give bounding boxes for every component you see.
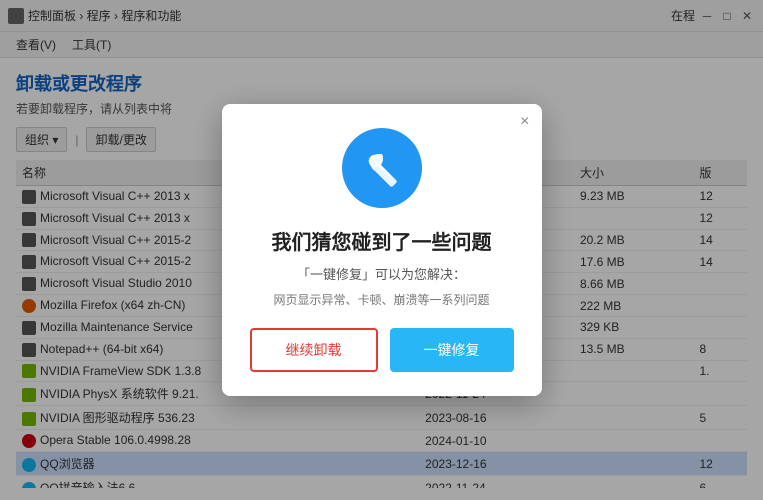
wrench-icon: [360, 146, 404, 190]
one-click-repair-button[interactable]: 一键修复: [390, 328, 514, 372]
overlay: × 我们猜您碰到了一些问题 「一键修复」可以为您解决： 网页显示异常、卡顿、崩溃…: [0, 0, 763, 500]
dialog-desc-line2: 网页显示异常、卡顿、崩溃等一系列问题: [273, 291, 489, 308]
dialog-title: 我们猜您碰到了一些问题: [272, 226, 492, 255]
tool-icon-circle: [342, 128, 422, 208]
repair-dialog: × 我们猜您碰到了一些问题 「一键修复」可以为您解决： 网页显示异常、卡顿、崩溃…: [222, 104, 542, 397]
dialog-close-button[interactable]: ×: [520, 114, 529, 130]
dialog-desc-line1: 「一键修复」可以为您解决：: [297, 265, 466, 286]
continue-uninstall-button[interactable]: 继续卸载: [250, 328, 378, 372]
dialog-buttons: 继续卸载 一键修复: [250, 328, 514, 372]
